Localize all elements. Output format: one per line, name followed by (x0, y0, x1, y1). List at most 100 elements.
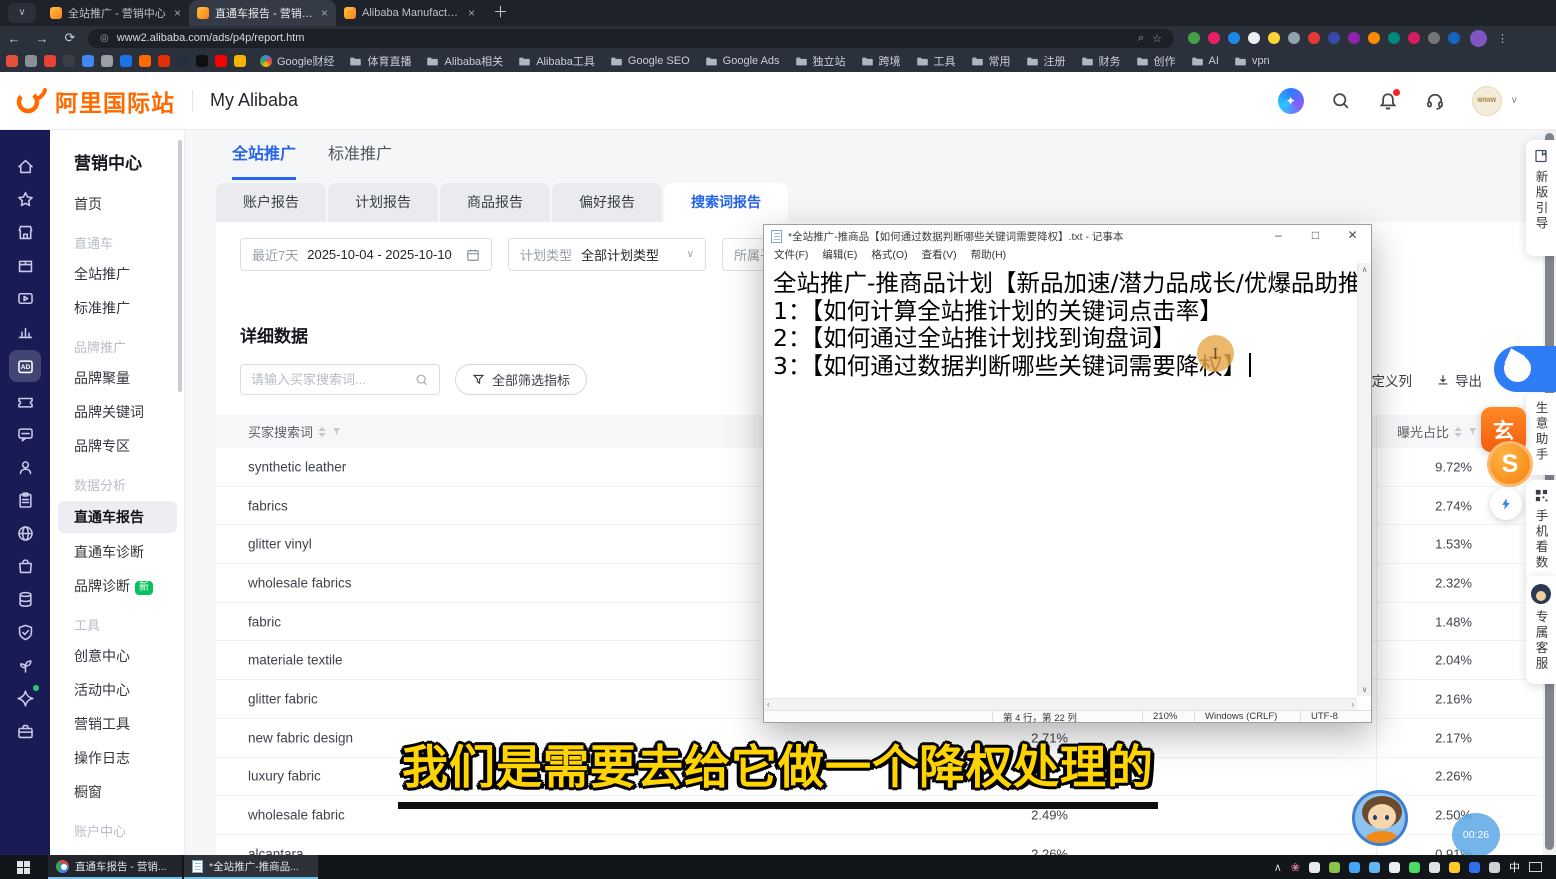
flower-icon[interactable]: ❀ (1291, 861, 1300, 874)
user-avatar[interactable]: WINIW (1472, 86, 1502, 116)
table-row[interactable]: alcantara2.26%0.91% (216, 835, 1543, 855)
briefcase-icon[interactable] (9, 717, 41, 745)
sidebar-scrollbar[interactable] (178, 140, 182, 392)
dedicated-service-button[interactable]: 专属客服 (1526, 576, 1556, 684)
bookmark-item[interactable]: Google SEO (610, 55, 690, 68)
browser-menu-icon[interactable]: ⋮ (1497, 32, 1508, 45)
close-button[interactable]: ✕ (1334, 225, 1371, 247)
menu-item[interactable]: 帮助(H) (964, 247, 1014, 263)
sidebar-item[interactable]: 操作日志 (50, 741, 184, 775)
volume-icon[interactable] (1429, 862, 1440, 873)
tab-inactive[interactable]: 标准推广 (328, 140, 392, 180)
browser-tab[interactable]: Alibaba Manufacturer Direct× (336, 0, 483, 26)
contacts-icon[interactable] (9, 453, 41, 481)
sidebar-item[interactable]: 直通车诊断 (50, 535, 184, 569)
ticket-icon[interactable] (9, 387, 41, 415)
chart-icon[interactable] (9, 317, 41, 345)
browser-tab[interactable]: 直通车报告 - 营销中心× (189, 0, 336, 26)
sort-icon[interactable] (318, 427, 326, 437)
date-range-picker[interactable]: 最近7天 2025-10-04 - 2025-10-10 (240, 238, 492, 271)
keyword-search-input[interactable] (251, 372, 409, 387)
start-button[interactable] (0, 855, 46, 879)
menu-item[interactable]: 查看(V) (915, 247, 964, 263)
bookmark-item[interactable]: 跨境 (861, 53, 901, 69)
sidebar-item[interactable]: 创意中心 (50, 639, 184, 673)
message-icon[interactable] (9, 420, 41, 448)
site-info-icon[interactable]: ◎ (100, 33, 109, 44)
bookmark-item[interactable]: 工具 (916, 53, 956, 69)
extension-icon[interactable] (1268, 32, 1280, 44)
back-icon[interactable]: ← (0, 31, 28, 46)
home-icon[interactable] (9, 152, 41, 180)
sidebar-item[interactable]: 品牌关键词 (50, 395, 184, 429)
sidebar-item[interactable]: 品牌聚量 (50, 361, 184, 395)
notepad-window[interactable]: *全站推广-推商品【如何通过数据判断哪些关键词需要降权】.txt - 记事本 –… (763, 224, 1372, 723)
bookmark-star-icon[interactable]: ☆ (1152, 32, 1162, 45)
sort-icon[interactable] (1454, 427, 1462, 437)
mic-icon[interactable] (1309, 862, 1320, 873)
defender-icon[interactable] (1449, 862, 1460, 873)
extension-icon[interactable] (1188, 32, 1200, 44)
bookmark-favicon[interactable] (82, 55, 94, 67)
chevron-up-icon[interactable]: ∧ (1274, 861, 1282, 874)
exposure-column-header[interactable]: 曝光占比 (1397, 415, 1478, 448)
business-assistant-popup[interactable] (1494, 346, 1556, 392)
extension-icon[interactable] (1368, 32, 1380, 44)
extension-icon[interactable] (1248, 32, 1260, 44)
notepad-text-area[interactable]: 全站推广-推商品计划【新品加速/潜力品成长/优爆品助推】1：【如何计算全站推计划… (765, 263, 1357, 696)
notepad-horizontal-scrollbar[interactable]: ‹ › (764, 698, 1357, 710)
ime-indicator[interactable]: 中 (1509, 859, 1520, 875)
sprout-icon[interactable] (9, 651, 41, 679)
sidebar-item[interactable]: 直通车报告 (58, 501, 177, 533)
bookmark-favicon[interactable] (63, 55, 75, 67)
bookmark-favicon[interactable] (158, 55, 170, 67)
bookmark-item[interactable]: 创作 (1136, 53, 1176, 69)
customer-service-avatar[interactable] (1352, 790, 1408, 846)
table-row[interactable]: luxury fabric2.26% (216, 758, 1543, 797)
tab-close-icon[interactable]: × (468, 6, 475, 20)
menu-item[interactable]: 文件(F) (767, 247, 815, 263)
profile-avatar[interactable] (1470, 30, 1487, 47)
extension-icon[interactable] (1328, 32, 1340, 44)
support-headset-icon[interactable] (1425, 91, 1445, 111)
ai-assistant-icon[interactable]: ✦ (1278, 88, 1304, 114)
package-icon[interactable] (9, 251, 41, 279)
plan-type-select[interactable]: 计划类型 全部计划类型 ∨ (508, 238, 706, 271)
skype-icon[interactable]: S (1487, 441, 1533, 487)
forward-icon[interactable]: → (28, 31, 56, 46)
star-icon[interactable] (9, 185, 41, 213)
keyword-search-box[interactable] (240, 364, 440, 395)
report-tab[interactable]: 账户报告 (216, 183, 326, 222)
column-filter-icon[interactable] (331, 426, 342, 437)
report-tab[interactable]: 搜索词报告 (664, 183, 788, 222)
notepad-vertical-scrollbar[interactable]: ∧ ∨ (1357, 263, 1371, 696)
extension-icon[interactable] (1228, 32, 1240, 44)
flash-tool-icon[interactable] (1490, 488, 1522, 520)
notifications-bell-icon[interactable] (1378, 91, 1398, 111)
clipboard-icon[interactable] (9, 486, 41, 514)
taskbar-button[interactable]: *全站推广-推商品... (184, 855, 318, 879)
tab-active[interactable]: 全站推广 (232, 140, 296, 180)
bookmark-item[interactable]: Alibaba相关 (426, 53, 503, 69)
globe-icon[interactable] (1329, 862, 1340, 873)
extension-icon[interactable] (1448, 32, 1460, 44)
phone-icon[interactable] (1389, 862, 1400, 873)
display-icon[interactable] (1489, 862, 1500, 873)
sparkle-icon[interactable] (9, 684, 41, 712)
sidebar-item[interactable]: 橱窗 (50, 775, 184, 809)
scroll-right-icon[interactable]: › (1351, 700, 1354, 709)
bookmark-item[interactable]: Alibaba工具 (518, 53, 595, 69)
shield-icon[interactable] (1469, 862, 1480, 873)
bookmark-item[interactable]: 常用 (971, 53, 1011, 69)
resize-grip[interactable] (1358, 711, 1371, 722)
action-center-icon[interactable] (1529, 862, 1542, 872)
store-icon[interactable] (9, 218, 41, 246)
wechat-icon[interactable] (1409, 862, 1420, 873)
sidebar-item[interactable]: 全站推广 (50, 257, 184, 291)
video-icon[interactable] (9, 284, 41, 312)
tab-close-icon[interactable]: × (321, 6, 328, 20)
extension-icon[interactable] (1408, 32, 1420, 44)
scroll-down-icon[interactable]: ∨ (1358, 685, 1371, 694)
column-filter-icon[interactable] (1467, 426, 1478, 437)
tab-search-button[interactable]: ∨ (8, 3, 36, 23)
